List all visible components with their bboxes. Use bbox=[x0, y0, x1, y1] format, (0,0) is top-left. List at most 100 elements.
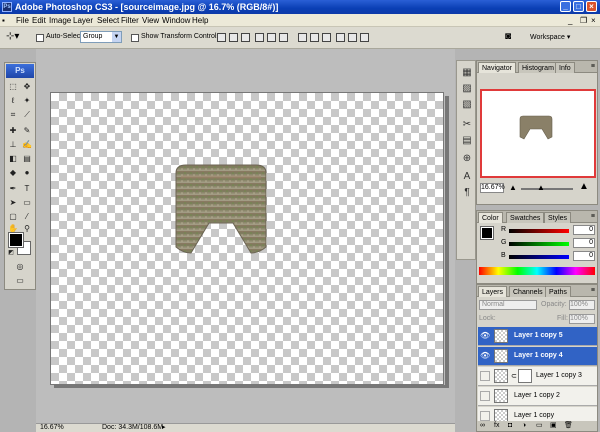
distribute-top-icon[interactable] bbox=[298, 33, 307, 42]
new-layer-icon[interactable]: ▣ bbox=[550, 421, 557, 431]
r-slider[interactable] bbox=[509, 229, 569, 233]
b-slider[interactable] bbox=[509, 255, 569, 259]
maximize-button[interactable]: □ bbox=[573, 1, 584, 12]
close-button[interactable]: × bbox=[586, 1, 597, 12]
align-hcenter-icon[interactable] bbox=[267, 33, 276, 42]
menu-filter[interactable]: Filter bbox=[121, 15, 139, 26]
quick-mask-icon[interactable]: ◎ bbox=[14, 261, 26, 273]
brush-tool-icon[interactable]: ✎ bbox=[21, 125, 33, 137]
character-panel-icon[interactable]: A bbox=[461, 171, 473, 183]
lasso-tool-icon[interactable]: ℓ bbox=[7, 95, 19, 107]
align-left-icon[interactable] bbox=[255, 33, 264, 42]
distribute-vcenter-icon[interactable] bbox=[310, 33, 319, 42]
link-layers-icon[interactable]: ∞ bbox=[480, 421, 485, 431]
tab-paths[interactable]: Paths bbox=[545, 286, 571, 297]
default-colors-icon[interactable]: ◩ bbox=[7, 249, 15, 257]
zoom-slider-handle-icon[interactable]: ▲ bbox=[537, 183, 545, 192]
layer-row[interactable]: Layer 1 copy 2 bbox=[478, 387, 597, 406]
navigator-preview[interactable] bbox=[480, 89, 596, 178]
layer-row[interactable]: 👁 Layer 1 copy 4 bbox=[478, 347, 597, 366]
menu-layer[interactable]: Layer bbox=[73, 15, 93, 26]
g-slider[interactable] bbox=[509, 242, 569, 246]
tool-presets-icon[interactable]: ▨ bbox=[461, 83, 473, 95]
type-tool-icon[interactable]: T bbox=[21, 183, 33, 195]
eye-icon[interactable]: 👁 bbox=[480, 351, 490, 361]
align-bottom-icon[interactable] bbox=[241, 33, 250, 42]
navigator-zoom-slider[interactable] bbox=[521, 188, 573, 190]
r-value[interactable]: 0 bbox=[573, 225, 595, 235]
eye-icon[interactable]: 👁 bbox=[480, 331, 490, 341]
shape-tool-icon[interactable]: ▭ bbox=[21, 197, 33, 209]
auto-select-dropdown[interactable]: Group ▼ bbox=[80, 31, 122, 43]
navigator-zoom-field[interactable]: 16.67% bbox=[480, 183, 505, 193]
menu-image[interactable]: Image bbox=[49, 15, 71, 26]
doc-restore-button[interactable]: ❐ bbox=[580, 15, 587, 26]
blur-tool-icon[interactable]: ◆ bbox=[7, 167, 19, 179]
history-panel-icon[interactable]: ▤ bbox=[461, 135, 473, 147]
panel-menu-icon[interactable]: ≡ bbox=[591, 287, 595, 295]
visibility-toggle[interactable] bbox=[480, 411, 490, 421]
adjustment-icon[interactable]: ◑ bbox=[522, 421, 526, 431]
align-top-icon[interactable] bbox=[217, 33, 226, 42]
menu-edit[interactable]: Edit bbox=[32, 15, 46, 26]
foreground-color-swatch[interactable] bbox=[8, 232, 24, 248]
align-vcenter-icon[interactable] bbox=[229, 33, 238, 42]
folder-icon[interactable]: ▭ bbox=[536, 421, 543, 431]
menu-file[interactable]: File bbox=[16, 15, 29, 26]
screen-mode-icon[interactable]: ▭ bbox=[14, 275, 26, 287]
brushes-panel-icon[interactable]: ▦ bbox=[461, 67, 473, 79]
distribute-right-icon[interactable] bbox=[360, 33, 369, 42]
mask-icon[interactable]: ◘ bbox=[508, 421, 512, 431]
clone-stamp-icon[interactable]: ⊥ bbox=[7, 139, 19, 151]
layer-row[interactable]: 👁 Layer 1 copy 5 bbox=[478, 327, 597, 346]
document-menu-icon[interactable]: ▪ bbox=[2, 15, 12, 25]
b-value[interactable]: 0 bbox=[573, 251, 595, 261]
fx-icon[interactable]: fx bbox=[494, 421, 499, 431]
eraser-tool-icon[interactable]: ◧ bbox=[7, 153, 19, 165]
path-selection-icon[interactable]: ➤ bbox=[7, 197, 19, 209]
layer-row[interactable]: ⊂ Layer 1 copy 3 bbox=[478, 367, 597, 386]
tab-color[interactable]: Color bbox=[478, 212, 503, 223]
gradient-tool-icon[interactable]: ▤ bbox=[21, 153, 33, 165]
history-brush-icon[interactable]: ✍ bbox=[21, 139, 33, 151]
clone-source-icon[interactable]: ⊕ bbox=[461, 153, 473, 165]
document-canvas[interactable] bbox=[50, 92, 444, 385]
minimize-button[interactable]: _ bbox=[560, 1, 571, 12]
g-value[interactable]: 0 bbox=[573, 238, 595, 248]
show-transform-checkbox[interactable] bbox=[131, 34, 139, 42]
menu-select[interactable]: Select bbox=[97, 15, 119, 26]
tab-styles[interactable]: Styles bbox=[544, 212, 572, 223]
visibility-toggle[interactable] bbox=[480, 371, 490, 381]
menu-help[interactable]: Help bbox=[192, 15, 208, 26]
opacity-field[interactable]: 100% bbox=[569, 300, 595, 310]
actions-panel-icon[interactable]: ✂ bbox=[461, 119, 473, 131]
tab-swatches[interactable]: Swatches bbox=[506, 212, 545, 223]
eyedropper-tool-icon[interactable]: ⁄ bbox=[21, 211, 33, 223]
visibility-toggle[interactable] bbox=[480, 391, 490, 401]
status-menu-arrow-icon[interactable]: ▸ bbox=[162, 424, 166, 432]
panel-menu-icon[interactable]: ≡ bbox=[591, 213, 595, 221]
tab-layers[interactable]: Layers bbox=[478, 286, 508, 297]
tab-info[interactable]: Info bbox=[555, 62, 575, 73]
camera-icon[interactable]: ◙ bbox=[505, 31, 519, 43]
tab-channels[interactable]: Channels bbox=[509, 286, 547, 297]
status-zoom[interactable]: 16.67% bbox=[40, 424, 64, 432]
dodge-tool-icon[interactable]: ● bbox=[21, 167, 33, 179]
zoom-out-icon[interactable]: ▲ bbox=[509, 183, 517, 192]
distribute-bottom-icon[interactable] bbox=[322, 33, 331, 42]
paragraph-panel-icon[interactable]: ¶ bbox=[461, 187, 473, 199]
doc-close-button[interactable]: × bbox=[591, 15, 596, 26]
zoom-in-icon[interactable]: ▲ bbox=[579, 181, 589, 192]
layer-comps-icon[interactable]: ▧ bbox=[461, 99, 473, 111]
menu-view[interactable]: View bbox=[142, 15, 159, 26]
magic-wand-tool-icon[interactable]: ✦ bbox=[21, 95, 33, 107]
panel-menu-icon[interactable]: ≡ bbox=[591, 63, 595, 71]
slice-tool-icon[interactable]: ⟋ bbox=[21, 109, 33, 121]
fill-field[interactable]: 100% bbox=[569, 314, 595, 324]
marquee-tool-icon[interactable]: ⬚ bbox=[7, 81, 19, 93]
trash-icon[interactable]: 🗑 bbox=[564, 421, 573, 431]
crop-tool-icon[interactable]: ⌗ bbox=[7, 109, 19, 121]
move-tool-icon[interactable]: ✥ bbox=[21, 81, 33, 93]
color-fg-swatch[interactable] bbox=[480, 226, 494, 240]
notes-tool-icon[interactable]: ▢ bbox=[7, 211, 19, 223]
